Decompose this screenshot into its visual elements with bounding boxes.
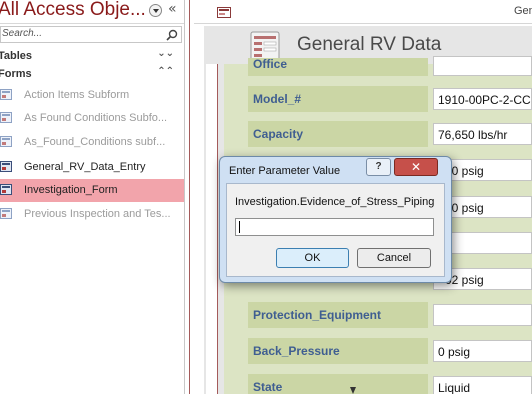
enter-parameter-dialog: Enter Parameter Value ? ✕ Investigation.… bbox=[219, 156, 452, 283]
field-value-office[interactable] bbox=[433, 56, 532, 76]
expand-chevron-icon: ⌄⌄ bbox=[157, 48, 174, 59]
field-label-back-pressure: Back_Pressure bbox=[253, 344, 340, 358]
form-icon bbox=[0, 208, 12, 219]
search-icon[interactable] bbox=[166, 29, 178, 41]
cancel-button[interactable]: Cancel bbox=[357, 248, 431, 268]
collapse-chevron-icon: ⌃⌃ bbox=[157, 66, 174, 77]
nav-item-label: As Found Conditions Subfo... bbox=[24, 112, 168, 124]
tab-label: Gene bbox=[514, 5, 532, 17]
form-icon bbox=[217, 7, 231, 18]
search-input[interactable]: Search... bbox=[0, 26, 182, 43]
dialog-title: Enter Parameter Value bbox=[229, 165, 341, 177]
field-value-protection-equipment[interactable] bbox=[433, 304, 532, 326]
nav-item-label: As_Found_Conditions subf... bbox=[24, 136, 166, 148]
help-button[interactable]: ? bbox=[366, 158, 391, 176]
collapse-pane-icon[interactable]: « bbox=[168, 1, 177, 17]
field-value-model-text: 1910-00PC-2-CC bbox=[438, 93, 531, 107]
nav-title: All Access Obje... bbox=[0, 0, 146, 20]
form-icon bbox=[0, 112, 12, 123]
close-button[interactable]: ✕ bbox=[394, 158, 438, 176]
document-tab[interactable]: Gene bbox=[194, 0, 532, 24]
nav-item-investigation-form[interactable]: Investigation_Form bbox=[0, 179, 184, 202]
field-label-office: Office bbox=[253, 57, 288, 71]
nav-item-label: Previous Inspection and Tes... bbox=[24, 208, 171, 220]
group-forms-label: Forms bbox=[0, 68, 32, 80]
form-left-border bbox=[206, 64, 218, 394]
nav-item-label: Investigation_Form bbox=[24, 184, 118, 196]
field-value-state-text: Liquid bbox=[438, 381, 471, 394]
nav-item-label: Action Items Subform bbox=[24, 89, 130, 101]
dialog-body: Investigation.Evidence_of_Stress_Piping … bbox=[226, 183, 445, 277]
pane-splitter[interactable] bbox=[184, 0, 194, 394]
nav-item-previous-inspection[interactable]: Previous Inspection and Tes... bbox=[0, 203, 184, 226]
group-tables[interactable]: Tables ⌄⌄ bbox=[0, 48, 182, 65]
nav-item-as-found-conditions-subform[interactable]: As Found Conditions Subfo... bbox=[0, 107, 184, 130]
nav-item-as-found-conditions-subf[interactable]: As_Found_Conditions subf... bbox=[0, 131, 184, 154]
form-title: General RV Data bbox=[297, 34, 442, 55]
group-forms[interactable]: Forms ⌃⌃ bbox=[0, 66, 182, 83]
nav-item-label: General_RV_Data_Entry bbox=[24, 161, 146, 173]
ok-button[interactable]: OK bbox=[276, 248, 349, 268]
field-value-capacity-text: 76,650 lbs/hr bbox=[438, 128, 508, 142]
parameter-value-input[interactable] bbox=[235, 218, 434, 236]
mouse-pointer-icon bbox=[350, 387, 356, 394]
form-icon bbox=[0, 89, 12, 100]
navigation-pane: All Access Obje... « Search... Tables ⌄⌄… bbox=[0, 0, 184, 394]
nav-dropdown-icon[interactable] bbox=[149, 4, 162, 17]
field-label-state: State bbox=[253, 380, 283, 394]
access-window: All Access Obje... « Search... Tables ⌄⌄… bbox=[0, 0, 532, 394]
field-label-protection-equipment: Protection_Equipment bbox=[253, 308, 382, 322]
nav-header[interactable]: All Access Obje... « bbox=[0, 0, 184, 24]
form-icon bbox=[0, 136, 12, 147]
field-label-model: Model_# bbox=[253, 92, 302, 106]
group-tables-label: Tables bbox=[0, 50, 33, 62]
text-caret bbox=[239, 221, 240, 233]
nav-item-action-items-subform[interactable]: Action Items Subform bbox=[0, 84, 184, 107]
search-placeholder: Search... bbox=[2, 28, 43, 39]
form-icon bbox=[0, 184, 12, 195]
parameter-prompt: Investigation.Evidence_of_Stress_Piping bbox=[235, 196, 435, 208]
nav-item-general-rv-data-entry[interactable]: General_RV_Data_Entry bbox=[0, 156, 184, 179]
form-icon bbox=[0, 161, 12, 172]
field-value-back-pressure-text: 0 psig bbox=[438, 345, 471, 359]
field-label-capacity: Capacity bbox=[253, 127, 304, 141]
